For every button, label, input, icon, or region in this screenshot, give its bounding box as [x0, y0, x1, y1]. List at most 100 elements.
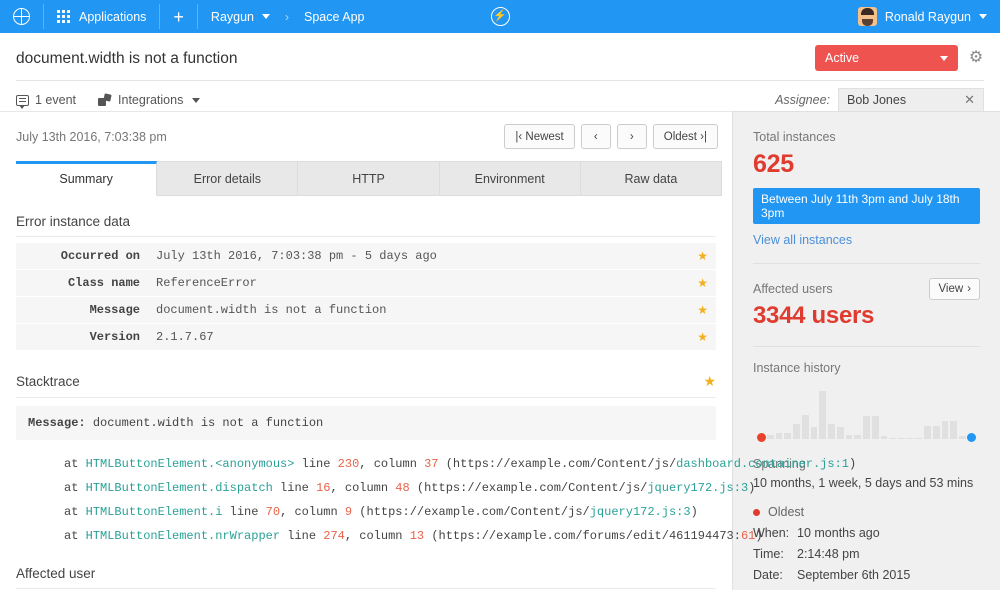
section-title: Error instance data	[16, 214, 131, 229]
chart-bar	[941, 420, 949, 439]
oldest-button[interactable]: Oldest ›|	[652, 124, 718, 149]
chart-bar	[810, 427, 818, 439]
frame-line-label: line	[287, 529, 317, 543]
account-selector[interactable]: Raygun	[198, 0, 283, 33]
tab-environment[interactable]: Environment	[439, 161, 581, 195]
tab-bar: Summary Error details HTTP Environment R…	[16, 161, 723, 196]
frame-line-label: line	[301, 457, 331, 471]
status-label: Active	[825, 51, 860, 65]
view-affected-users-button[interactable]: View ›	[929, 278, 980, 300]
affected-user-header: Affected user	[16, 566, 716, 589]
view-all-instances-link[interactable]: View all instances	[753, 233, 980, 247]
frame-at: at	[64, 529, 79, 543]
user-menu[interactable]: Ronald Raygun	[845, 0, 1000, 33]
close-icon[interactable]: ✕	[964, 92, 975, 108]
frame-line-label: line	[280, 481, 309, 495]
oldest-when-row: When: 10 months ago	[753, 526, 980, 540]
stacktrace-message-prefix: Message:	[28, 416, 86, 430]
tab-http[interactable]: HTTP	[298, 161, 440, 195]
bolt-circle-icon[interactable]: ⚡	[490, 7, 510, 26]
chart-bar	[854, 434, 862, 439]
tab-error-details[interactable]: Error details	[157, 161, 299, 195]
frame-file[interactable]: jquery172.js:3	[647, 481, 748, 495]
comment-icon	[16, 94, 29, 109]
when-value: 10 months ago	[797, 526, 880, 540]
stacktrace-frame: at HTMLButtonElement.<anonymous> line 23…	[64, 457, 857, 471]
error-instance-data-header: Error instance data	[16, 214, 716, 237]
gear-icon[interactable]: ⚙	[968, 50, 984, 66]
chart-bar	[793, 423, 800, 439]
chart-bar	[889, 437, 897, 439]
chart-bar	[906, 437, 914, 439]
status-dropdown-button[interactable]: Active	[815, 45, 958, 71]
section-title: Stacktrace	[16, 374, 80, 389]
next-button[interactable]: ›	[616, 124, 647, 149]
tab-raw-data[interactable]: Raw data	[580, 161, 723, 195]
favorite-star-icon[interactable]: ★	[689, 324, 716, 351]
time-value: 2:14:48 pm	[797, 547, 860, 561]
oldest-marker-dot	[757, 433, 766, 442]
instance-nav-buttons: |‹ Newest ‹ › Oldest ›|	[504, 124, 718, 149]
instance-date: July 13th 2016, 7:03:38 pm	[16, 129, 167, 144]
app-breadcrumb[interactable]: Space App	[291, 0, 377, 33]
breadcrumb-separator: ›	[285, 9, 290, 24]
frame-function: HTMLButtonElement.<anonymous>	[85, 457, 295, 471]
newest-button[interactable]: |‹ Newest	[504, 124, 575, 149]
row-value: ReferenceError	[156, 276, 257, 290]
stacktrace-message: Message: document.width is not a functio…	[16, 406, 716, 440]
frame-file[interactable]: jquery172.js:3	[590, 505, 691, 519]
view-label: View	[938, 283, 964, 295]
globe-icon	[13, 8, 30, 25]
stacktrace-frames: at HTMLButtonElement.<anonymous> line 23…	[16, 440, 857, 556]
date-range-chip[interactable]: Between July 11th 3pm and July 18th 3pm	[753, 188, 980, 224]
events-count[interactable]: 1 event	[16, 93, 76, 109]
frame-at: at	[64, 481, 79, 495]
favorite-star-icon[interactable]: ★	[689, 297, 716, 324]
instance-history-label: Instance history	[753, 361, 841, 375]
frame-url-suffix: )	[755, 529, 763, 543]
frame-url-prefix: (https://example.com/Content/js/	[359, 505, 590, 519]
instance-history-chart	[753, 385, 980, 443]
affected-users-value: 3344 users	[753, 302, 875, 329]
total-instances-section: Total instances 625 Between July 11th 3p…	[733, 112, 1000, 264]
assignee-field[interactable]: Bob Jones ✕	[838, 88, 984, 112]
previous-button[interactable]: ‹	[580, 124, 611, 149]
frame-col-label: column	[373, 457, 417, 471]
row-key: Message	[89, 303, 140, 317]
summary-panel: Error instance data Occurred on July 13t…	[0, 196, 857, 590]
page-title: document.width is not a function	[16, 50, 238, 67]
tab-summary[interactable]: Summary	[16, 161, 158, 196]
frame-at: at	[64, 505, 79, 519]
frame-col-label: column	[359, 529, 403, 543]
section-title: Affected user	[16, 566, 96, 581]
chart-bars	[767, 385, 966, 439]
globe-button[interactable]	[0, 0, 43, 33]
row-value-link[interactable]: 2.1.7.67	[148, 324, 689, 351]
table-row: Occurred on July 13th 2016, 7:03:38 pm -…	[16, 243, 716, 270]
date-label: Date:	[753, 568, 783, 582]
favorite-star-icon[interactable]: ★	[689, 243, 716, 270]
top-navigation-bar: Applications + Raygun › Space App ⚡ Rona…	[0, 0, 1000, 33]
frame-file[interactable]: dashboard.container.js:1	[676, 457, 849, 471]
chart-bar	[801, 415, 809, 439]
integrations-menu[interactable]: Integrations	[98, 93, 201, 107]
spanning-value: 10 months, 1 week, 5 days and 53 mins	[753, 476, 974, 490]
favorite-star-icon[interactable]: ★	[703, 373, 716, 390]
chart-bar	[932, 426, 940, 439]
chart-bar	[924, 426, 931, 439]
frame-column: 37	[424, 457, 439, 471]
applications-menu[interactable]: Applications	[44, 0, 159, 33]
grid-icon	[57, 10, 70, 23]
instance-nav-row: July 13th 2016, 7:03:38 pm |‹ Newest ‹ ›…	[0, 112, 732, 149]
sidebar: Total instances 625 Between July 11th 3p…	[732, 111, 1000, 590]
favorite-star-icon[interactable]: ★	[689, 270, 716, 297]
frame-file[interactable]: 61	[741, 529, 755, 543]
row-key: Class name	[67, 276, 140, 290]
add-application-button[interactable]: +	[160, 0, 197, 33]
time-label: Time:	[753, 547, 784, 561]
frame-col-label: column	[344, 481, 389, 495]
chevron-down-icon	[262, 14, 271, 19]
oldest-legend: Oldest	[753, 505, 980, 519]
row-key: Occurred on	[60, 249, 140, 263]
table-row: Message document.width is not a function…	[16, 296, 716, 324]
